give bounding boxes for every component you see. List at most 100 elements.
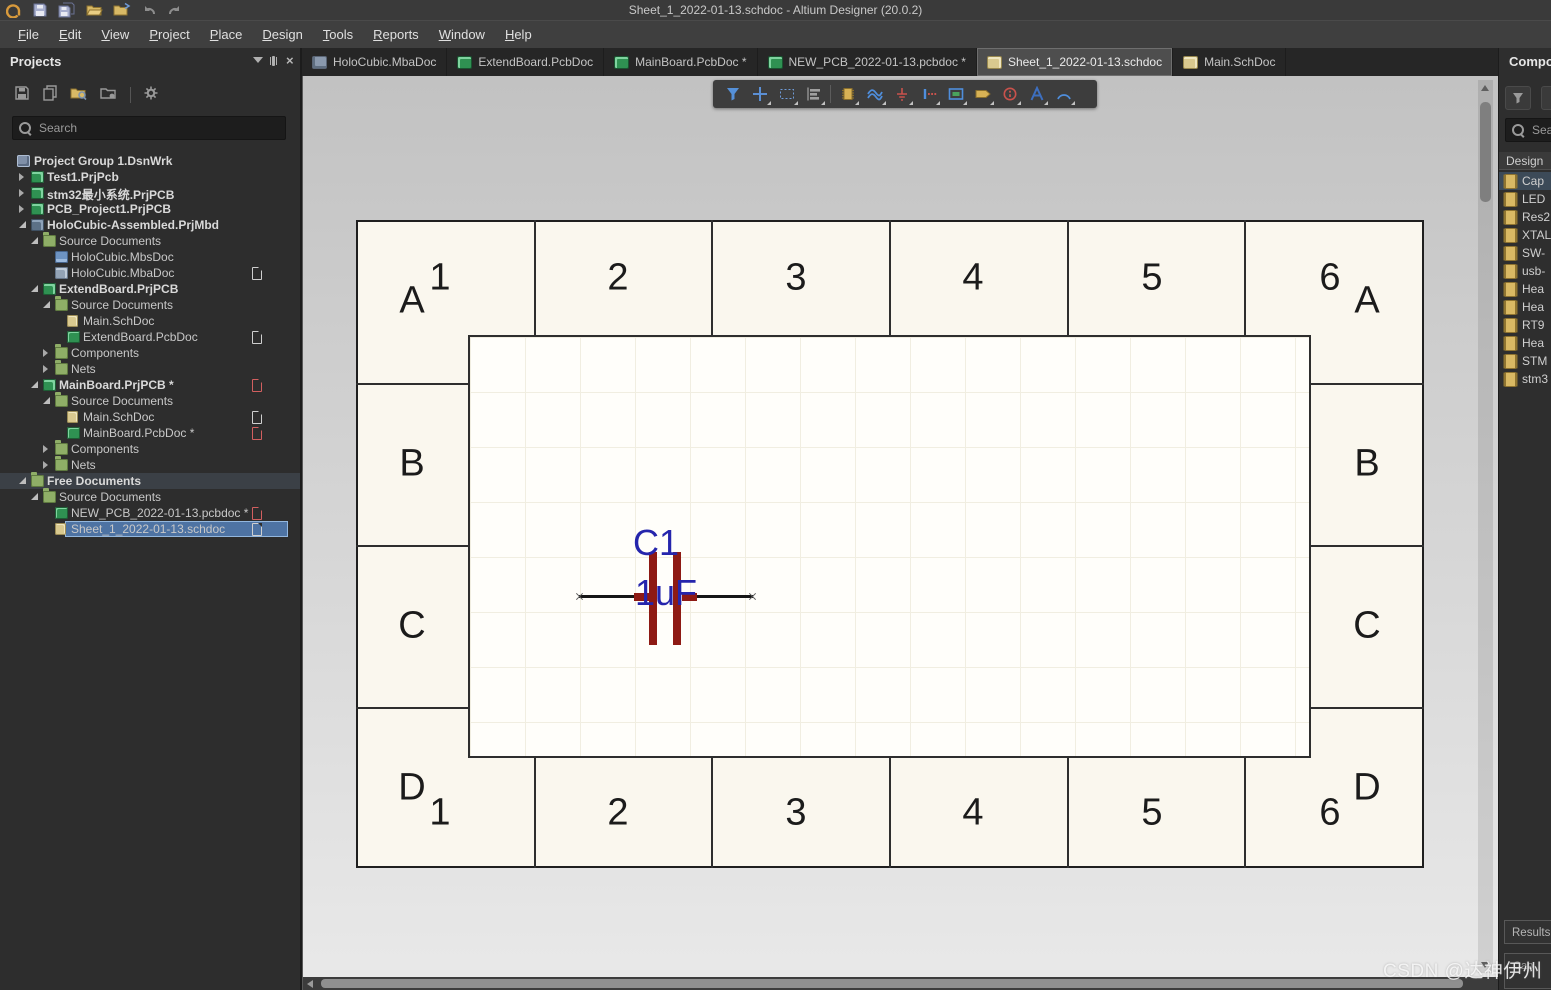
collapsed-arrow-icon[interactable] bbox=[19, 205, 24, 213]
tree-item-project-group-1-dsnwrk[interactable]: Project Group 1.DsnWrk bbox=[0, 153, 300, 169]
components-search-input[interactable] bbox=[1530, 122, 1551, 138]
tree-item-main-schdoc[interactable]: Main.SchDoc bbox=[0, 409, 300, 425]
scroll-up-icon[interactable] bbox=[1481, 85, 1489, 91]
save-icon[interactable] bbox=[32, 2, 48, 18]
close-icon[interactable]: × bbox=[286, 54, 294, 67]
menu-place[interactable]: Place bbox=[200, 24, 253, 45]
expanded-arrow-icon[interactable] bbox=[43, 301, 50, 308]
doc-tab-holocubic-mbadoc[interactable]: HoloCubic.MbaDoc bbox=[302, 48, 448, 76]
expanded-arrow-icon[interactable] bbox=[31, 493, 38, 500]
place-directive-icon[interactable] bbox=[969, 82, 996, 106]
menu-window[interactable]: Window bbox=[429, 24, 495, 45]
component-item-stm3[interactable]: stm3 bbox=[1499, 370, 1551, 388]
pin-icon[interactable] bbox=[272, 56, 275, 66]
expanded-arrow-icon[interactable] bbox=[19, 477, 26, 484]
collapsed-arrow-icon[interactable] bbox=[43, 445, 48, 453]
component-item-cap[interactable]: Cap bbox=[1499, 172, 1551, 190]
doc-tab-mainboard-pcbdoc[interactable]: MainBoard.PcbDoc * bbox=[604, 48, 758, 76]
expanded-arrow-icon[interactable] bbox=[19, 221, 26, 228]
collapsed-arrow-icon[interactable] bbox=[43, 461, 48, 469]
menu-tools[interactable]: Tools bbox=[313, 24, 363, 45]
collapsed-arrow-icon[interactable] bbox=[43, 365, 48, 373]
results-section[interactable]: Results bbox=[1504, 920, 1551, 944]
doc-tab-new-pcb-2022-01-13-pcbdoc[interactable]: NEW_PCB_2022-01-13.pcbdoc * bbox=[758, 48, 977, 76]
tree-item-holocubic-mbsdoc[interactable]: HoloCubic.MbsDoc bbox=[0, 249, 300, 265]
place-text-icon[interactable] bbox=[1023, 82, 1050, 106]
tree-item-test1-prjpcb[interactable]: Test1.PrjPcb bbox=[0, 169, 300, 185]
place-sheet-symbol-icon[interactable] bbox=[942, 82, 969, 106]
open-project-search-icon[interactable] bbox=[70, 85, 88, 106]
component-item-hea[interactable]: Hea bbox=[1499, 298, 1551, 316]
component-item-hea[interactable]: Hea bbox=[1499, 334, 1551, 352]
scroll-left-icon[interactable] bbox=[307, 980, 313, 988]
filter-icon[interactable] bbox=[719, 82, 746, 106]
chevron-down-icon[interactable] bbox=[253, 57, 263, 63]
tree-item-source-documents[interactable]: Source Documents bbox=[0, 488, 300, 505]
save-icon[interactable] bbox=[14, 85, 30, 106]
tree-item-components[interactable]: Components bbox=[0, 344, 300, 361]
open-icon[interactable] bbox=[86, 2, 103, 18]
copy-document-icon[interactable] bbox=[42, 84, 58, 106]
horizontal-scroll-thumb[interactable] bbox=[321, 979, 1463, 988]
component-item-stm[interactable]: STM bbox=[1499, 352, 1551, 370]
doc-tab-extendboard-pcbdoc[interactable]: ExtendBoard.PcbDoc bbox=[447, 48, 605, 76]
search-input[interactable] bbox=[37, 120, 279, 136]
place-arc-icon[interactable] bbox=[1050, 82, 1077, 106]
menu-view[interactable]: View bbox=[91, 24, 139, 45]
expanded-arrow-icon[interactable] bbox=[43, 397, 50, 404]
schematic-canvas[interactable]: C1 1uF 112233445566AABBCCDD bbox=[302, 76, 1499, 990]
component-item-xtal[interactable]: XTAL bbox=[1499, 226, 1551, 244]
component-item-sw[interactable]: SW- bbox=[1499, 244, 1551, 262]
expanded-arrow-icon[interactable] bbox=[31, 237, 38, 244]
align-icon[interactable] bbox=[800, 82, 827, 106]
tree-item-stm32-prjpcb[interactable]: stm32最小系统.PrjPCB bbox=[0, 185, 300, 202]
expanded-arrow-icon[interactable] bbox=[31, 285, 38, 292]
tree-item-nets[interactable]: Nets bbox=[0, 360, 300, 377]
components-column-header[interactable]: Design bbox=[1499, 152, 1551, 170]
tree-item-pcb-project1-prjpcb[interactable]: PCB_Project1.PrjPCB bbox=[0, 201, 300, 217]
tree-item-source-documents[interactable]: Source Documents bbox=[0, 296, 300, 313]
place-wire-icon[interactable] bbox=[861, 82, 888, 106]
tree-item-components[interactable]: Components bbox=[0, 440, 300, 457]
component-value[interactable]: 1uF bbox=[635, 572, 697, 614]
place-power-port-icon[interactable] bbox=[915, 82, 942, 106]
tree-item-extendboard-pcbdoc[interactable]: ExtendBoard.PcbDoc bbox=[0, 329, 300, 345]
component-item-rt9[interactable]: RT9 bbox=[1499, 316, 1551, 334]
menu-help[interactable]: Help bbox=[495, 24, 542, 45]
menu-reports[interactable]: Reports bbox=[363, 24, 429, 45]
select-rect-icon[interactable] bbox=[773, 82, 800, 106]
tree-item-holocubic-mbadoc[interactable]: HoloCubic.MbaDoc bbox=[0, 265, 300, 281]
component-item-usb[interactable]: usb- bbox=[1499, 262, 1551, 280]
tree-item-mainboard-pcbdoc[interactable]: MainBoard.PcbDoc * bbox=[0, 425, 300, 441]
place-part-icon[interactable] bbox=[834, 82, 861, 106]
doc-tab-main-schdoc[interactable]: Main.SchDoc bbox=[1173, 48, 1287, 76]
vertical-scroll-thumb[interactable] bbox=[1480, 102, 1491, 202]
collapsed-arrow-icon[interactable] bbox=[43, 349, 48, 357]
folder-settings-icon[interactable] bbox=[100, 85, 118, 106]
component-item-res2[interactable]: Res2 bbox=[1499, 208, 1551, 226]
projects-search[interactable] bbox=[12, 116, 286, 140]
filter-icon[interactable] bbox=[1505, 86, 1531, 110]
expanded-arrow-icon[interactable] bbox=[31, 381, 38, 388]
component-designator[interactable]: C1 bbox=[633, 522, 679, 564]
tree-item-free-documents[interactable]: Free Documents bbox=[0, 472, 300, 489]
menu-edit[interactable]: Edit bbox=[49, 24, 91, 45]
tree-item-new-pcb-2022-01-13-pcbdoc[interactable]: NEW_PCB_2022-01-13.pcbdoc * bbox=[0, 505, 300, 521]
vertical-scrollbar[interactable] bbox=[1478, 80, 1493, 973]
tree-item-source-documents[interactable]: Source Documents bbox=[0, 232, 300, 249]
component-item-hea[interactable]: Hea bbox=[1499, 280, 1551, 298]
menu-file[interactable]: File bbox=[8, 24, 49, 45]
tree-item-holocubic-assembled-prjmbd[interactable]: HoloCubic-Assembled.PrjMbd bbox=[0, 217, 300, 233]
components-search[interactable] bbox=[1505, 118, 1551, 142]
collapsed-arrow-icon[interactable] bbox=[19, 189, 24, 197]
tree-item-extendboard-prjpcb[interactable]: ExtendBoard.PrjPCB bbox=[0, 281, 300, 297]
tree-item-sheet-1-2022-01-13-schdoc[interactable]: Sheet_1_2022-01-13.schdoc bbox=[0, 521, 300, 537]
settings-gear-icon[interactable] bbox=[143, 85, 159, 106]
place-no-erc-icon[interactable] bbox=[996, 82, 1023, 106]
move-icon[interactable] bbox=[746, 82, 773, 106]
part-icon[interactable] bbox=[1541, 86, 1551, 110]
open-document-icon[interactable] bbox=[113, 2, 131, 18]
place-gnd-icon[interactable] bbox=[888, 82, 915, 106]
tree-item-mainboard-prjpcb[interactable]: MainBoard.PrjPCB * bbox=[0, 377, 300, 393]
menu-project[interactable]: Project bbox=[139, 24, 199, 45]
